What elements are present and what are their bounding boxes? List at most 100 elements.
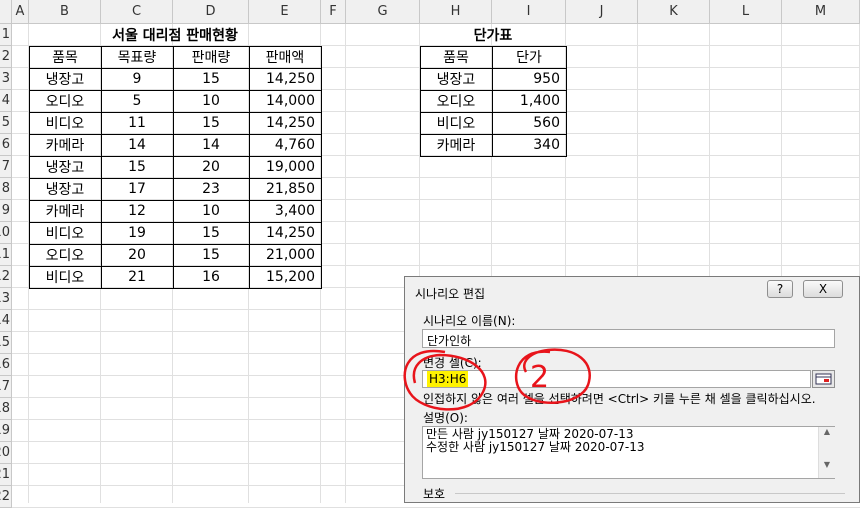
table-cell[interactable]: 냉장고 [29, 68, 101, 90]
table-cell[interactable]: 14,250 [249, 222, 321, 244]
column-header[interactable]: M [782, 0, 860, 24]
row-header[interactable]: 5 [0, 112, 12, 134]
table-border [29, 244, 321, 245]
row-header[interactable]: 21 [0, 464, 12, 486]
range-select-button[interactable] [812, 370, 835, 388]
table-cell[interactable]: 20 [101, 244, 173, 266]
row-header[interactable]: 11 [0, 244, 12, 266]
column-header[interactable]: L [710, 0, 782, 24]
table-cell[interactable]: 14 [173, 134, 249, 156]
table-cell[interactable]: 냉장고 [29, 156, 101, 178]
scroll-up-icon[interactable]: ▲ [819, 427, 835, 436]
table-cell[interactable]: 5 [101, 90, 173, 112]
column-header[interactable]: A [12, 0, 29, 24]
table-cell[interactable]: 17 [101, 178, 173, 200]
table-cell[interactable]: 9 [101, 68, 173, 90]
table-cell[interactable]: 560 [492, 112, 566, 134]
column-header[interactable]: D [173, 0, 249, 24]
row-header[interactable]: 18 [0, 398, 12, 420]
changing-cells-input[interactable]: H3:H6 [422, 370, 811, 388]
table-cell[interactable]: 15,200 [249, 266, 321, 288]
column-header[interactable]: C [101, 0, 173, 24]
column-header[interactable]: H [420, 0, 492, 24]
table-cell[interactable]: 카메라 [29, 134, 101, 156]
protection-label: 보호 [423, 487, 446, 501]
table-cell[interactable]: 950 [492, 68, 566, 90]
table-cell[interactable]: 비디오 [420, 112, 492, 134]
row-header[interactable]: 9 [0, 200, 12, 222]
description-scrollbar[interactable]: ▲ ▼ [818, 427, 835, 478]
table-cell[interactable]: 21 [101, 266, 173, 288]
table-cell[interactable]: 1,400 [492, 90, 566, 112]
table-cell[interactable]: 14,000 [249, 90, 321, 112]
column-header[interactable]: I [492, 0, 566, 24]
table-cell[interactable]: 오디오 [420, 90, 492, 112]
row-header[interactable]: 20 [0, 442, 12, 464]
table-cell[interactable]: 15 [173, 244, 249, 266]
table-cell[interactable]: 10 [173, 90, 249, 112]
row-header[interactable]: 2 [0, 46, 12, 68]
row-header[interactable]: 7 [0, 156, 12, 178]
table-cell[interactable]: 23 [173, 178, 249, 200]
table-cell[interactable]: 340 [492, 134, 566, 156]
table-cell[interactable]: 15 [173, 222, 249, 244]
table-cell[interactable]: 15 [173, 68, 249, 90]
row-header[interactable]: 14 [0, 310, 12, 332]
table-cell[interactable]: 12 [101, 200, 173, 222]
description-textarea[interactable]: 만든 사람 jy150127 날짜 2020-07-13 수정한 사람 jy15… [422, 426, 835, 479]
help-button[interactable]: ? [767, 280, 793, 298]
table-cell[interactable]: 19,000 [249, 156, 321, 178]
column-header[interactable]: K [638, 0, 710, 24]
table-cell[interactable]: 카메라 [420, 134, 492, 156]
column-header[interactable]: B [29, 0, 101, 24]
table-border [29, 200, 321, 201]
row-header[interactable]: 13 [0, 288, 12, 310]
row-header[interactable]: 6 [0, 134, 12, 156]
table-cell[interactable]: 4,760 [249, 134, 321, 156]
row-header[interactable]: 10 [0, 222, 12, 244]
column-header[interactable]: F [321, 0, 346, 24]
column-header[interactable]: G [346, 0, 420, 24]
row-header[interactable]: 1 [0, 24, 12, 46]
scenario-name-input[interactable]: 단가인하 [422, 329, 835, 348]
table-cell[interactable]: 11 [101, 112, 173, 134]
column-header[interactable]: J [566, 0, 638, 24]
column-header[interactable]: E [249, 0, 321, 24]
table-cell[interactable]: 냉장고 [420, 68, 492, 90]
row-header[interactable]: 17 [0, 376, 12, 398]
close-button[interactable]: X [803, 280, 843, 298]
table-cell[interactable]: 오디오 [29, 90, 101, 112]
row-header[interactable]: 4 [0, 90, 12, 112]
table-cell[interactable]: 21,850 [249, 178, 321, 200]
row-header[interactable]: 22 [0, 486, 12, 508]
table-cell[interactable]: 비디오 [29, 222, 101, 244]
row-header[interactable]: 16 [0, 354, 12, 376]
table-header: 목표량 [117, 50, 157, 66]
table-cell[interactable]: 14 [101, 134, 173, 156]
row-header[interactable]: 19 [0, 420, 12, 442]
row-header[interactable]: 12 [0, 266, 12, 288]
table-cell[interactable]: 비디오 [29, 112, 101, 134]
table-cell[interactable]: 3,400 [249, 200, 321, 222]
table-cell[interactable]: 10 [173, 200, 249, 222]
table-cell[interactable]: 21,000 [249, 244, 321, 266]
table-cell[interactable]: 냉장고 [29, 178, 101, 200]
table-cell[interactable]: 비디오 [29, 266, 101, 288]
table-cell[interactable]: 20 [173, 156, 249, 178]
scroll-down-icon[interactable]: ▼ [819, 460, 835, 469]
table-cell[interactable]: 16 [173, 266, 249, 288]
table-cell[interactable]: 14,250 [249, 112, 321, 134]
table-cell[interactable]: 오디오 [29, 244, 101, 266]
table-border [29, 134, 321, 135]
table-cell[interactable]: 카메라 [29, 200, 101, 222]
select-all-corner[interactable] [0, 0, 12, 24]
table-cell[interactable]: 19 [101, 222, 173, 244]
row-header[interactable]: 15 [0, 332, 12, 354]
table-border [420, 90, 566, 91]
table-cell[interactable]: 14,250 [249, 68, 321, 90]
table-cell[interactable]: 15 [173, 112, 249, 134]
row-header[interactable]: 8 [0, 178, 12, 200]
table-cell[interactable]: 15 [101, 156, 173, 178]
row-header[interactable]: 3 [0, 68, 12, 90]
table-header: 단가 [516, 50, 542, 66]
